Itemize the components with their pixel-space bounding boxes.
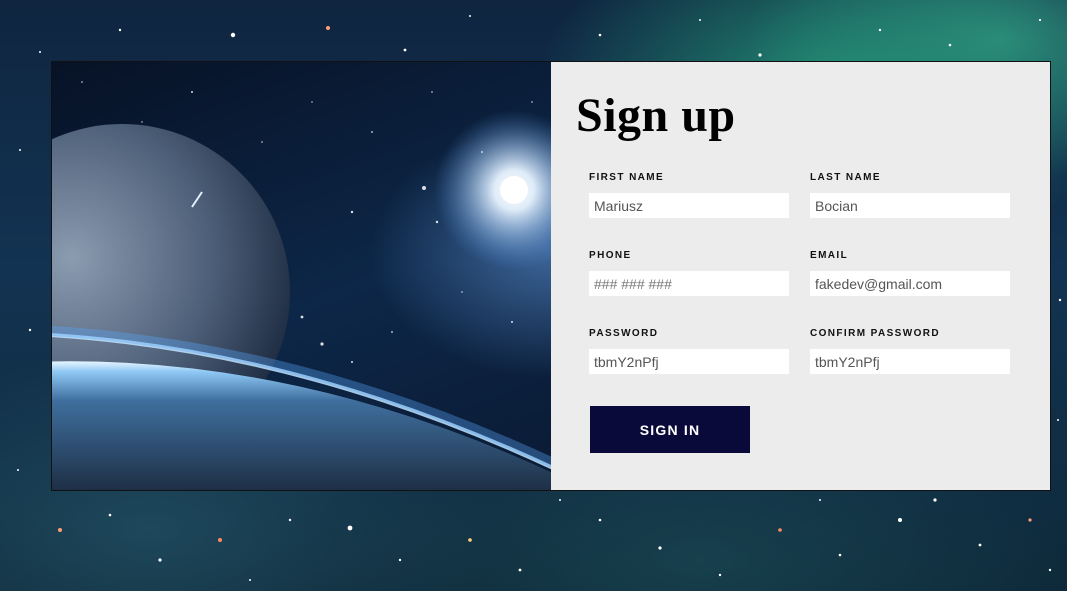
last-name-label: LAST NAME [810, 172, 881, 183]
last-name-input[interactable] [810, 193, 1010, 218]
email-field-group: EMAIL [810, 250, 1010, 296]
first-name-label: FIRST NAME [589, 172, 665, 183]
sign-in-button[interactable]: SIGN IN [590, 406, 750, 453]
confirm-password-label: CONFIRM PASSWORD [810, 328, 940, 339]
phone-field-group: PHONE [589, 250, 789, 296]
first-name-input[interactable] [589, 193, 789, 218]
password-field-group: PASSWORD [589, 328, 789, 374]
confirm-password-field-group: CONFIRM PASSWORD [810, 328, 1010, 374]
page-title: Sign up [576, 89, 736, 142]
email-label: EMAIL [810, 250, 849, 261]
phone-input[interactable] [589, 271, 789, 296]
space-planet-image [52, 62, 551, 490]
signup-card: Sign up FIRST NAME LAST NAME PHONE EMAIL… [51, 61, 1051, 491]
password-input[interactable] [589, 349, 789, 374]
password-label: PASSWORD [589, 328, 659, 339]
signup-form: Sign up FIRST NAME LAST NAME PHONE EMAIL… [551, 62, 1050, 490]
first-name-field-group: FIRST NAME [589, 172, 789, 218]
email-input[interactable] [810, 271, 1010, 296]
last-name-field-group: LAST NAME [810, 172, 1010, 218]
confirm-password-input[interactable] [810, 349, 1010, 374]
phone-label: PHONE [589, 250, 632, 261]
